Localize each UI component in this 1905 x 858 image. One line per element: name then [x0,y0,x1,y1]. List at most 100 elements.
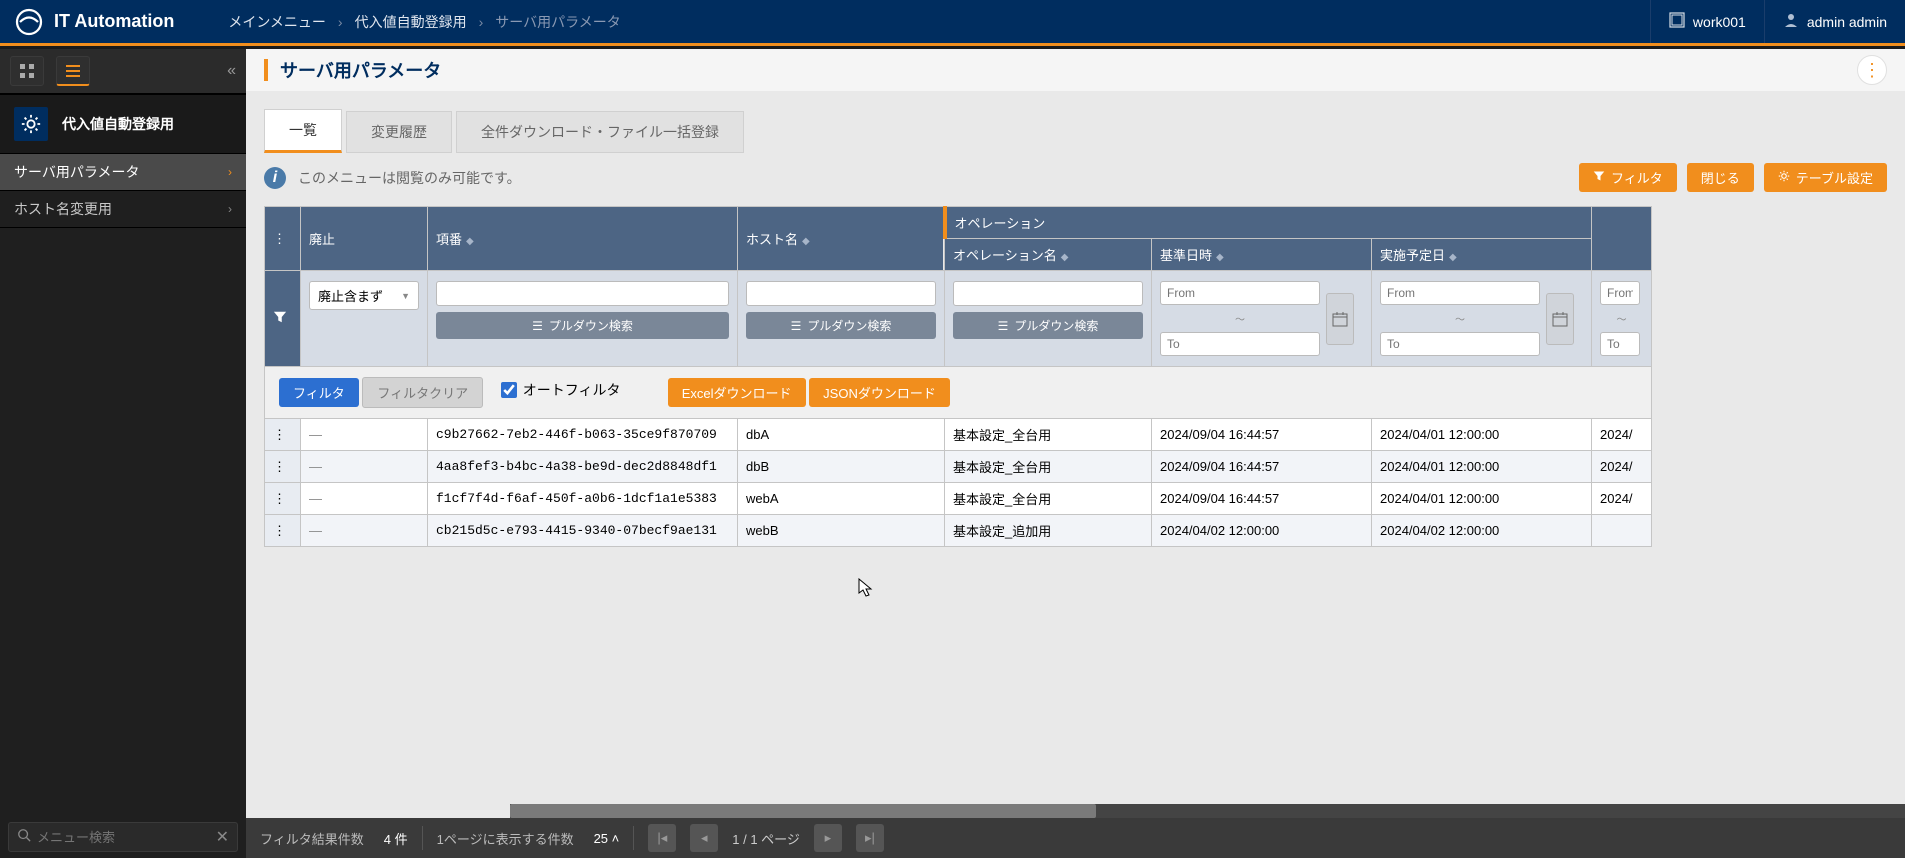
overflow-cell [1592,515,1652,547]
json-download-button[interactable]: JSONダウンロード [809,378,950,407]
close-button[interactable]: 閉じる [1687,163,1754,192]
col-menu[interactable]: ⋮ [265,207,301,271]
seq-cell: f1cf7f4d-f6af-450f-a0b6-1dcf1a1e5383 [428,483,738,515]
base-date-cell: 2024/09/04 16:44:57 [1152,451,1372,483]
tab-list[interactable]: 一覧 [264,109,342,153]
excel-download-button[interactable]: Excelダウンロード [668,378,806,407]
sidebar-group-header: 代入値自動登録用 [0,94,246,154]
clear-icon[interactable]: ✕ [216,827,229,847]
sidebar-item-label: サーバ用パラメータ [14,162,139,182]
col-discard[interactable]: 廃止 [301,207,428,271]
info-icon: i [264,167,286,189]
sidebar-item-server-params[interactable]: サーバ用パラメータ › [0,154,246,191]
base-date-to[interactable] [1160,332,1320,356]
first-page-button[interactable]: |◂ [648,824,676,852]
collapse-sidebar-icon[interactable]: « [227,62,236,80]
calendar-icon[interactable] [1326,293,1354,345]
discard-cell: — [301,451,428,483]
row-menu-button[interactable]: ⋮ [265,451,301,483]
row-menu-button[interactable]: ⋮ [265,515,301,547]
view-list-button[interactable] [56,56,90,86]
table-settings-button[interactable]: テーブル設定 [1764,163,1887,192]
table-row: ⋮—f1cf7f4d-f6af-450f-a0b6-1dcf1a1e5383we… [265,483,1652,515]
crumb-current: サーバ用パラメータ [495,12,620,32]
crumb-group[interactable]: 代入値自動登録用 [355,12,467,32]
page-indicator: 1 / 1 ページ [732,829,800,848]
sort-icon: ◆ [802,236,810,247]
tilde-icon: ～ [1600,311,1643,326]
horizontal-scrollbar[interactable] [510,804,1905,818]
result-count-label: フィルタ結果件数 [260,829,364,848]
workspace-icon [1669,12,1685,31]
col-op-name[interactable]: オペレーション名◆ [945,239,1152,271]
page-menu-button[interactable]: ⋮ [1857,55,1887,85]
op-filter-input[interactable] [953,281,1143,306]
col-base-date[interactable]: 基準日時◆ [1152,239,1372,271]
crumb-main[interactable]: メインメニュー [228,12,326,32]
tab-download-upload[interactable]: 全件ダウンロード・ファイル一括登録 [456,111,744,153]
clear-filter-button[interactable]: フィルタクリア [362,377,483,408]
chevron-right-icon: › [338,14,343,30]
col-seq[interactable]: 項番◆ [428,207,738,271]
base-date-from[interactable] [1160,281,1320,305]
sort-icon: ◆ [1216,252,1224,263]
row-menu-button[interactable]: ⋮ [265,483,301,515]
logo[interactable]: IT Automation [0,7,188,37]
list-icon: ☰ [791,319,802,333]
sched-date-cell: 2024/04/01 12:00:00 [1372,419,1592,451]
sidebar-item-hostname-change[interactable]: ホスト名変更用 › [0,191,246,228]
discard-select[interactable]: 廃止含まず [309,281,419,310]
seq-cell: cb215d5c-e793-4415-9340-07becf9ae131 [428,515,738,547]
search-icon [17,828,31,847]
tilde-icon: ～ [1380,311,1540,326]
autofilter-toggle[interactable]: オートフィルタ [501,380,621,400]
per-page-value[interactable]: 25 ˄ [594,831,620,846]
col-scheduled-date[interactable]: 実施予定日◆ [1372,239,1592,271]
result-count-value: 4 件 [384,829,408,848]
overflow-date-from[interactable] [1600,281,1640,305]
overflow-date-to[interactable] [1600,332,1640,356]
sched-date-from[interactable] [1380,281,1540,305]
per-page-label: 1ページに表示する件数 [437,829,574,848]
autofilter-checkbox[interactable] [501,382,517,398]
sched-date-to[interactable] [1380,332,1540,356]
menu-search[interactable]: ✕ [8,822,238,852]
next-page-button[interactable]: ▸ [814,824,842,852]
seq-cell: 4aa8fef3-b4bc-4a38-be9d-dec2d8848df1 [428,451,738,483]
top-header: IT Automation メインメニュー › 代入値自動登録用 › サーバ用パ… [0,0,1905,46]
apply-filter-button[interactable]: フィルタ [279,378,359,407]
base-date-cell: 2024/04/02 12:00:00 [1152,515,1372,547]
host-pulldown-button[interactable]: ☰プルダウン検索 [746,312,936,339]
col-host[interactable]: ホスト名◆ [738,207,945,271]
scrollbar-thumb[interactable] [510,804,1096,818]
gear-icon [14,107,48,141]
seq-filter-input[interactable] [436,281,729,306]
host-cell: dbA [738,419,945,451]
row-menu-button[interactable]: ⋮ [265,419,301,451]
menu-search-input[interactable] [37,830,216,845]
table-scroll[interactable]: ⋮ 廃止 項番◆ ホスト名◆ オペレーション オペレーション名◆ 基準日時◆ 実… [246,206,1905,818]
workspace-selector[interactable]: work001 [1650,0,1764,43]
sched-date-cell: 2024/04/01 12:00:00 [1372,451,1592,483]
breadcrumb: メインメニュー › 代入値自動登録用 › サーバ用パラメータ [228,12,620,32]
op-cell: 基本設定_全台用 [945,419,1152,451]
last-page-button[interactable]: ▸| [856,824,884,852]
list-icon: ☰ [998,319,1009,333]
col-group-operation: オペレーション [945,207,1592,239]
chevron-right-icon: › [228,165,232,179]
op-cell: 基本設定_全台用 [945,483,1152,515]
filter-button[interactable]: フィルタ [1579,163,1677,192]
discard-cell: — [301,483,428,515]
tab-history[interactable]: 変更履歴 [346,111,452,153]
calendar-icon[interactable] [1546,293,1574,345]
filter-row-icon [265,271,301,367]
view-grid-button[interactable] [10,56,44,86]
user-menu[interactable]: admin admin [1764,0,1905,43]
table-row: ⋮—4aa8fef3-b4bc-4a38-be9d-dec2d8848df1db… [265,451,1652,483]
host-cell: dbB [738,451,945,483]
op-pulldown-button[interactable]: ☰プルダウン検索 [953,312,1143,339]
host-filter-input[interactable] [746,281,936,306]
seq-pulldown-button[interactable]: ☰プルダウン検索 [436,312,729,339]
prev-page-button[interactable]: ◂ [690,824,718,852]
page-title: サーバ用パラメータ [280,57,441,83]
